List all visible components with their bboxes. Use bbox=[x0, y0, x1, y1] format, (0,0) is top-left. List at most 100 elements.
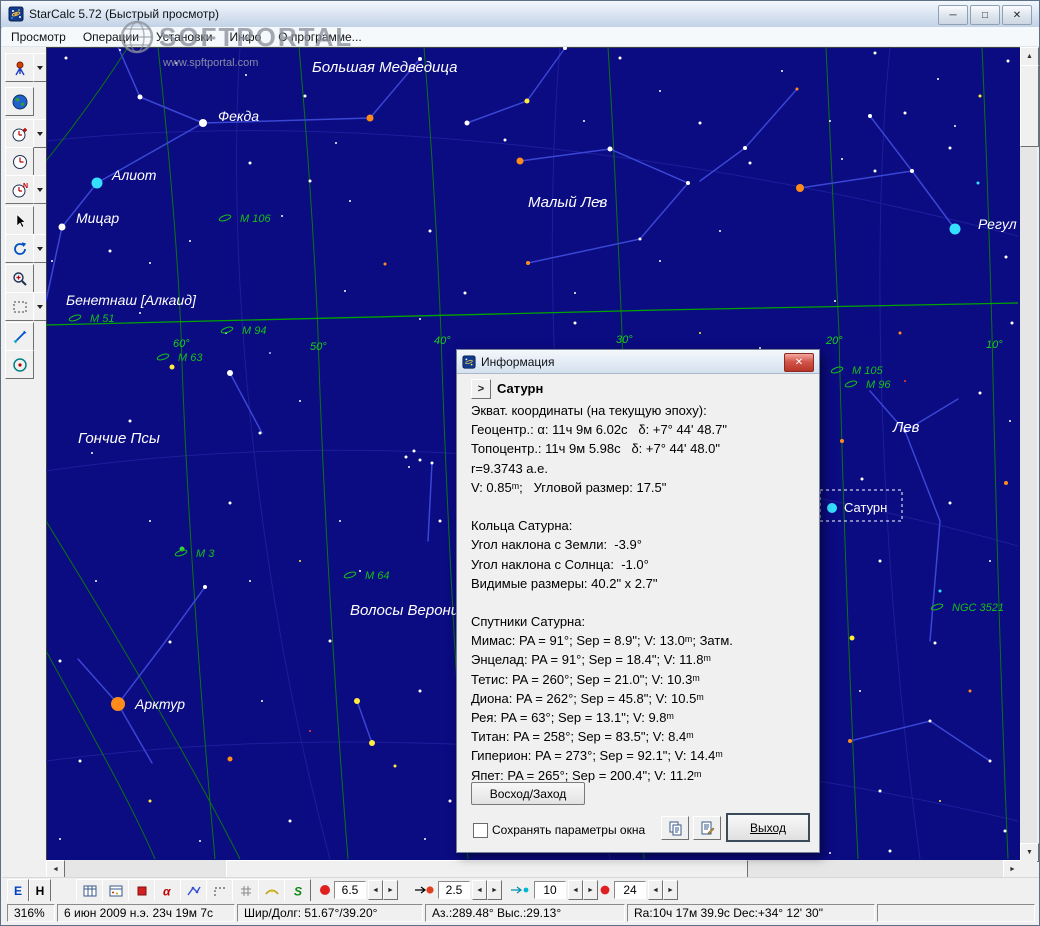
planet-magnitude-decrease[interactable]: ◄ bbox=[472, 880, 487, 900]
vertical-scrollbar[interactable]: ▲ ▼ bbox=[1020, 47, 1039, 862]
info-line: r=9.3743 а.е. bbox=[471, 460, 548, 476]
info-line bbox=[471, 497, 813, 516]
dialog-close-button[interactable]: ✕ bbox=[784, 353, 814, 372]
scrollbar-corner bbox=[1020, 860, 1037, 877]
svg-text:M 63: M 63 bbox=[178, 352, 203, 364]
exit-button[interactable]: Выход bbox=[726, 813, 810, 842]
svg-text:Мицар: Мицар bbox=[76, 210, 119, 226]
field-of-view-button[interactable] bbox=[5, 350, 34, 379]
info-line: Угол наклона с Земли: -3.9° bbox=[471, 537, 642, 553]
time-step-decrease[interactable]: ◄ bbox=[648, 880, 663, 900]
svg-text:Алиот: Алиот bbox=[111, 167, 157, 183]
object-expand-button[interactable]: > bbox=[471, 379, 491, 399]
clock-now-icon: N bbox=[12, 183, 28, 197]
dso-magnitude-increase[interactable]: ► bbox=[583, 880, 598, 900]
spare-panel bbox=[877, 904, 1035, 922]
dialog-info-lines: Экват. координаты (на текущую эпоху): Гео… bbox=[471, 401, 813, 785]
copy-window-params-button[interactable] bbox=[661, 816, 689, 840]
time-step-dropdown[interactable] bbox=[33, 119, 47, 148]
apply-window-params-button[interactable] bbox=[693, 816, 721, 840]
panel-icon bbox=[109, 885, 122, 897]
svg-text:M 94: M 94 bbox=[242, 325, 266, 337]
svg-text:Арктур: Арктур bbox=[134, 696, 185, 712]
time-now-dropdown[interactable] bbox=[33, 175, 47, 204]
planet-magnitude-increase[interactable]: ► bbox=[487, 880, 502, 900]
left-toolbar: N bbox=[2, 47, 47, 877]
ecliptic-button[interactable] bbox=[258, 879, 285, 903]
horizontal-scrollbar[interactable]: ◄ ► bbox=[46, 860, 1022, 879]
save-window-params-checkbox[interactable] bbox=[473, 823, 488, 838]
svg-text:N: N bbox=[23, 183, 28, 190]
rotate-view-button[interactable] bbox=[5, 234, 34, 263]
observer-location-button[interactable] bbox=[5, 53, 34, 82]
title-bar[interactable]: StarCalc 5.72 (Быстрый просмотр) ─ □ ✕ bbox=[1, 1, 1039, 28]
svg-text:Малый Лев: Малый Лев bbox=[528, 194, 607, 211]
satellites-button[interactable]: S bbox=[284, 879, 311, 903]
table-icon bbox=[83, 885, 96, 897]
observer-location-dropdown[interactable] bbox=[33, 53, 47, 82]
dso-magnitude-decrease[interactable]: ◄ bbox=[568, 880, 583, 900]
svg-text:M 96: M 96 bbox=[866, 379, 891, 391]
time-set-button[interactable] bbox=[5, 147, 34, 176]
time-now-button[interactable]: N bbox=[5, 175, 34, 204]
scroll-up-button[interactable]: ▲ bbox=[1020, 47, 1039, 66]
coordinate-grid-button[interactable] bbox=[232, 879, 259, 903]
zoom-in-button[interactable] bbox=[5, 264, 34, 293]
svg-text:Гончие Псы: Гончие Псы bbox=[78, 430, 160, 447]
window-title: StarCalc 5.72 (Быстрый просмотр) bbox=[29, 7, 220, 21]
maximize-button[interactable]: □ bbox=[970, 5, 1000, 25]
earth-globe-button[interactable] bbox=[5, 87, 34, 116]
vertical-scroll-thumb[interactable] bbox=[1020, 65, 1039, 147]
svg-text:M 3: M 3 bbox=[196, 548, 215, 560]
menu-settings[interactable]: Установки bbox=[156, 30, 212, 44]
dialog-app-icon bbox=[462, 354, 476, 369]
rotate-view-dropdown[interactable] bbox=[33, 234, 47, 263]
clock-plus-icon bbox=[12, 127, 27, 141]
info-line: Кольца Сатурна: bbox=[471, 518, 573, 534]
svg-text:M 64: M 64 bbox=[365, 570, 389, 582]
pointer-button[interactable] bbox=[5, 206, 34, 235]
svg-text:M 106: M 106 bbox=[240, 213, 271, 225]
chart-window-button[interactable] bbox=[76, 879, 103, 903]
red-dot-icon bbox=[600, 885, 610, 895]
status-bar: 316% 6 июн 2009 н.э. 23ч 19м 7с Шир/Долг… bbox=[2, 901, 1039, 925]
menu-view[interactable]: Просмотр bbox=[11, 30, 66, 44]
constellation-lines-button[interactable] bbox=[180, 879, 207, 903]
svg-text:Регул: Регул bbox=[978, 216, 1017, 232]
svg-text:50°: 50° bbox=[310, 341, 327, 353]
star-magnitude-increase[interactable]: ► bbox=[383, 880, 398, 900]
minimize-button[interactable]: ─ bbox=[938, 5, 968, 25]
save-window-params-label: Сохранять параметры окна bbox=[492, 823, 646, 837]
menu-about[interactable]: О программе... bbox=[278, 30, 361, 44]
close-button[interactable]: ✕ bbox=[1002, 5, 1032, 25]
rise-set-button[interactable]: Восход/Заход bbox=[471, 782, 585, 805]
pan-view-button[interactable] bbox=[5, 322, 34, 351]
star-magnitude-decrease[interactable]: ◄ bbox=[368, 880, 383, 900]
dialog-title-bar[interactable]: Информация ✕ bbox=[457, 350, 819, 374]
time-step-forward-button[interactable] bbox=[5, 119, 34, 148]
svg-text:M 51: M 51 bbox=[90, 313, 114, 325]
map-settings-button[interactable] bbox=[102, 879, 129, 903]
diagonal-arrows-icon bbox=[13, 330, 26, 343]
planet-magnitude-spinner: 2.5 ◄ ► bbox=[414, 880, 502, 900]
time-step-spinner: 24 ◄ ► bbox=[598, 880, 678, 900]
star-names-button[interactable]: α bbox=[154, 879, 181, 903]
constellation-borders-button[interactable] bbox=[206, 879, 233, 903]
svg-text:30°: 30° bbox=[616, 334, 633, 346]
svg-text:40°: 40° bbox=[434, 335, 451, 347]
equatorial-mode-button[interactable]: E bbox=[7, 879, 29, 902]
arrow-cyan-dot-icon bbox=[511, 886, 529, 894]
horizontal-mode-button[interactable]: H bbox=[29, 879, 51, 902]
menu-info[interactable]: Инфо bbox=[229, 30, 261, 44]
planet-magnitude-value: 2.5 bbox=[438, 881, 470, 899]
azalt-panel: Аз.:289.48° Выс.:29.13° bbox=[425, 904, 625, 922]
time-step-increase[interactable]: ► bbox=[663, 880, 678, 900]
clock-icon bbox=[12, 154, 27, 169]
svg-text:Бенетнаш [Алкаид]: Бенетнаш [Алкаид] bbox=[66, 292, 197, 308]
select-region-dropdown[interactable] bbox=[33, 292, 47, 321]
svg-text:60°: 60° bbox=[173, 338, 190, 350]
app-icon bbox=[8, 6, 24, 22]
select-region-button[interactable] bbox=[5, 292, 34, 321]
red-marker-button[interactable] bbox=[128, 879, 155, 903]
menu-operations[interactable]: Операции bbox=[83, 30, 139, 44]
